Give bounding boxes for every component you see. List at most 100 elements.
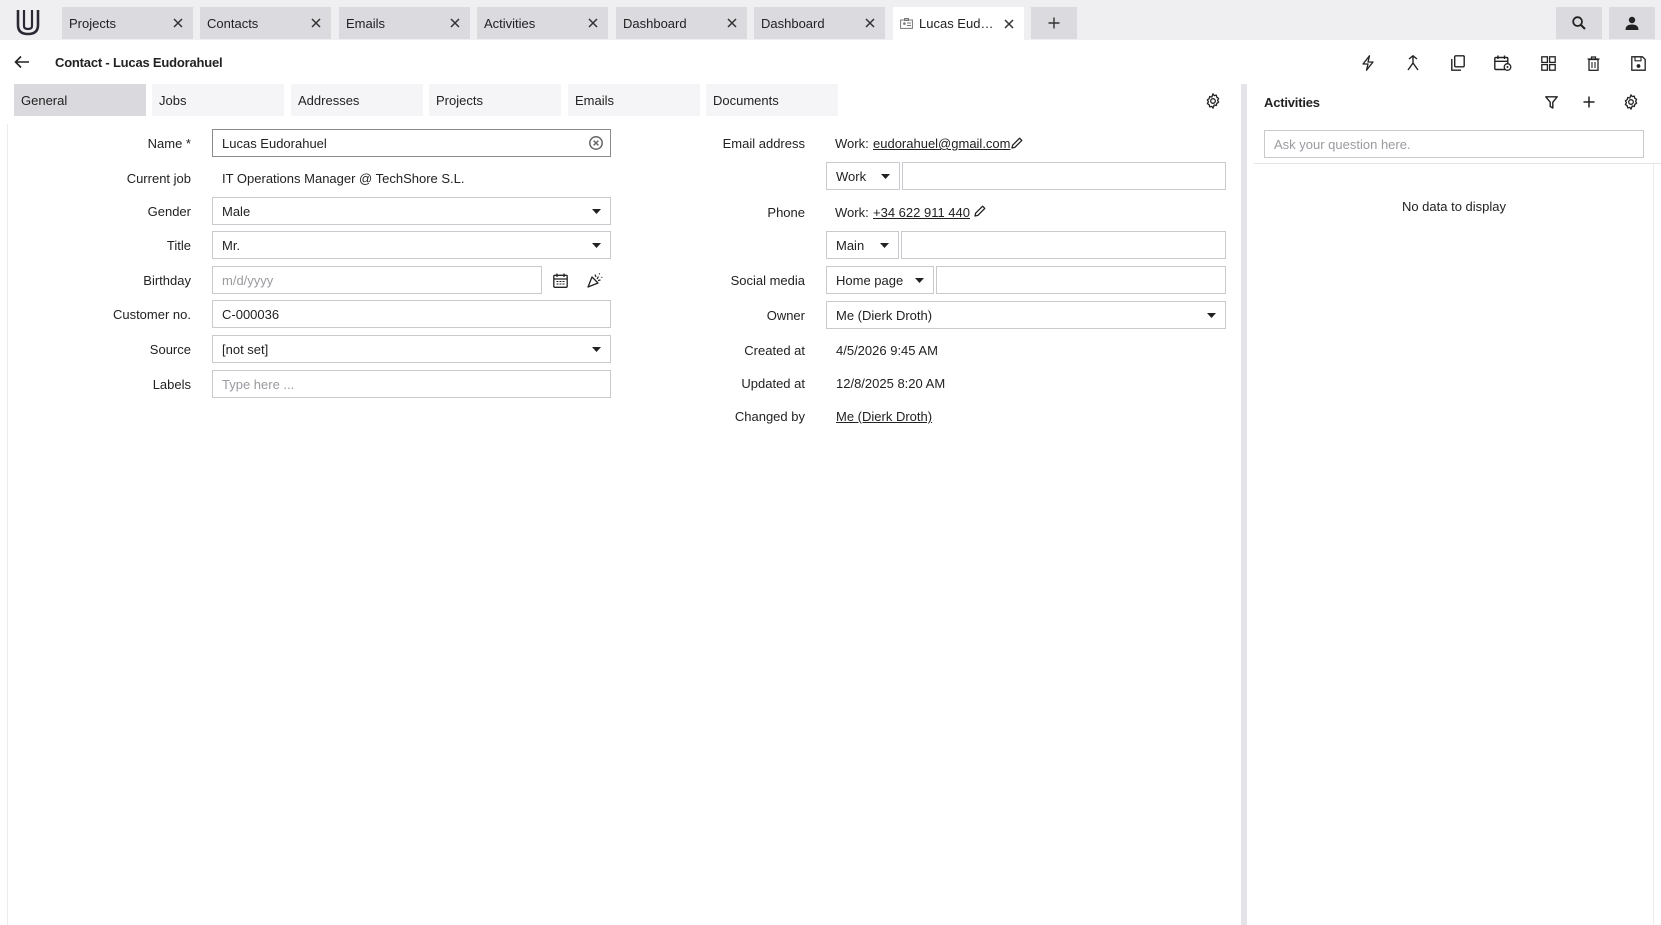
gear-icon[interactable]	[1199, 87, 1227, 115]
window-tab-projects[interactable]: Projects	[62, 7, 193, 39]
tab-label: Projects	[69, 15, 116, 31]
pane-splitter[interactable]	[1241, 84, 1247, 925]
name-label: Name *	[147, 136, 191, 151]
labels-placeholder: Type here ...	[222, 376, 295, 392]
gender-select[interactable]: Male	[212, 197, 611, 225]
gender-label: Gender	[147, 204, 191, 219]
close-icon[interactable]	[305, 12, 327, 34]
owner-label: Owner	[766, 308, 805, 323]
window-tab-activities[interactable]: Activities	[477, 7, 608, 39]
caret-down-icon	[905, 277, 933, 283]
close-icon[interactable]	[721, 12, 743, 34]
clear-icon[interactable]	[582, 136, 610, 150]
window-tab-bar: Projects Contacts Emails Activities Dash…	[0, 0, 1661, 40]
tab-addresses[interactable]: Addresses	[291, 84, 423, 116]
calendar-settings-icon[interactable]	[1492, 52, 1514, 74]
title-label: Title	[166, 238, 191, 253]
social-media-label: Social media	[730, 273, 805, 288]
edit-pencil-icon[interactable]	[969, 200, 991, 222]
close-icon[interactable]	[582, 12, 604, 34]
window-tab-dashboard-2[interactable]: Dashboard	[754, 7, 885, 39]
phone-type-select[interactable]: Main	[826, 231, 899, 259]
tab-label: General	[21, 92, 68, 108]
social-new-input[interactable]	[936, 266, 1226, 294]
caret-down-icon	[1197, 312, 1225, 318]
labels-label: Labels	[152, 377, 191, 392]
name-input[interactable]: Lucas Eudorahuel	[212, 129, 611, 157]
owner-value: Me (Dierk Droth)	[836, 307, 933, 323]
back-arrow-icon[interactable]	[12, 52, 32, 72]
caret-down-icon	[871, 173, 899, 179]
merge-icon[interactable]	[1402, 52, 1424, 74]
close-icon[interactable]	[167, 12, 189, 34]
birthday-label: Birthday	[143, 273, 191, 288]
customer-no-label: Customer no.	[112, 307, 191, 322]
tab-label: Projects	[436, 92, 483, 108]
title-select[interactable]: Mr.	[212, 231, 611, 259]
tab-label: Activities	[484, 15, 536, 31]
add-activity-icon[interactable]	[1578, 91, 1600, 113]
phone-link[interactable]: +34 622 911 440	[873, 205, 970, 220]
email-label: Email address	[722, 136, 805, 151]
tab-jobs[interactable]: Jobs	[152, 84, 284, 116]
phone-prefix: Work:	[835, 205, 869, 220]
user-menu-button[interactable]	[1609, 7, 1655, 39]
tab-documents[interactable]: Documents	[706, 84, 838, 116]
customer-no-input[interactable]: C-000036	[212, 300, 611, 328]
email-new-input[interactable]	[902, 162, 1226, 190]
copy-icon[interactable]	[1447, 52, 1469, 74]
filter-icon[interactable]	[1540, 91, 1562, 113]
close-icon[interactable]	[859, 12, 881, 34]
calendar-icon[interactable]	[549, 269, 571, 291]
tab-general[interactable]: General	[14, 84, 146, 116]
birthday-placeholder: m/d/yyyy	[222, 272, 274, 288]
title-value: Mr.	[222, 237, 241, 253]
user-icon	[1625, 16, 1639, 30]
phone-new-input[interactable]	[901, 231, 1226, 259]
window-tab-contacts[interactable]: Contacts	[200, 7, 331, 39]
tab-label: Dashboard	[761, 15, 825, 31]
gender-value: Male	[222, 203, 251, 219]
gear-icon[interactable]	[1620, 91, 1642, 113]
social-type-value: Home page	[836, 272, 904, 288]
tab-projects[interactable]: Projects	[429, 84, 561, 116]
owner-select[interactable]: Me (Dierk Droth)	[826, 301, 1226, 329]
labels-input[interactable]: Type here ...	[212, 370, 611, 398]
activities-search-placeholder: Ask your question here.	[1274, 136, 1411, 152]
caret-down-icon	[582, 242, 610, 248]
current-job-value: IT Operations Manager @ TechShore S.L.	[222, 171, 465, 186]
party-popper-icon[interactable]	[584, 269, 606, 291]
tab-label: Contacts	[207, 15, 259, 31]
social-type-select[interactable]: Home page	[826, 266, 934, 294]
logo-icon[interactable]	[8, 4, 48, 40]
global-search-button[interactable]	[1556, 7, 1602, 39]
email-type-value: Work	[836, 168, 867, 184]
activities-empty-message: No data to display	[1401, 199, 1507, 214]
changed-by-link[interactable]: Me (Dierk Droth)	[836, 409, 932, 424]
save-icon[interactable]	[1627, 52, 1649, 74]
flash-icon[interactable]	[1357, 52, 1379, 74]
email-type-select[interactable]: Work	[826, 162, 900, 190]
customer-no-value: C-000036	[222, 306, 280, 322]
tab-label: Emails	[575, 92, 615, 108]
email-link[interactable]: eudorahuel@gmail.com	[873, 136, 1011, 151]
delete-icon[interactable]	[1582, 52, 1604, 74]
window-tab-dashboard[interactable]: Dashboard	[616, 7, 747, 39]
add-tab-button[interactable]	[1031, 7, 1077, 39]
birthday-input[interactable]: m/d/yyyy	[212, 266, 542, 294]
source-select[interactable]: [not set]	[212, 335, 611, 363]
created-at-label: Created at	[744, 343, 805, 358]
tab-label: Jobs	[159, 92, 187, 108]
tab-label: Dashboard	[623, 15, 687, 31]
close-icon[interactable]	[444, 12, 466, 34]
activities-title: Activities	[1264, 95, 1320, 110]
source-label: Source	[149, 342, 191, 357]
activities-search-input[interactable]: Ask your question here.	[1264, 130, 1644, 158]
updated-at-label: Updated at	[741, 376, 805, 391]
layout-icon[interactable]	[1537, 52, 1559, 74]
close-icon[interactable]	[998, 13, 1020, 35]
window-tab-emails[interactable]: Emails	[339, 7, 470, 39]
window-tab-contact-active[interactable]: Lucas Eudora...	[893, 7, 1024, 40]
edit-pencil-icon[interactable]	[1006, 132, 1028, 154]
tab-emails[interactable]: Emails	[568, 84, 700, 116]
